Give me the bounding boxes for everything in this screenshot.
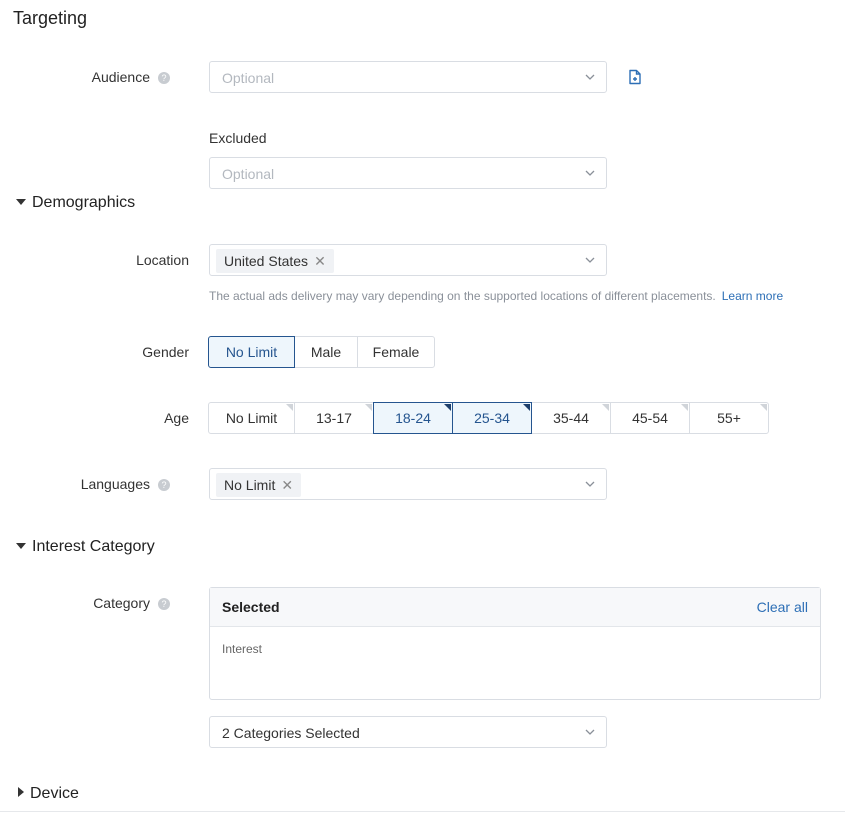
languages-label: Languages? [0, 476, 170, 492]
location-hint: The actual ads delivery may vary dependi… [209, 289, 784, 303]
age-option-55-plus[interactable]: 55+ [689, 402, 769, 434]
close-icon[interactable]: ✕ [281, 477, 293, 493]
chevron-down-icon [585, 170, 595, 176]
gender-option-female[interactable]: Female [357, 336, 435, 368]
panel-header: Selected Clear all [210, 588, 820, 627]
help-icon[interactable]: ? [158, 598, 170, 610]
help-icon[interactable]: ? [158, 479, 170, 491]
age-option-no-limit[interactable]: No Limit [208, 402, 295, 434]
add-file-icon[interactable] [627, 69, 643, 85]
excluded-label: Excluded [209, 130, 267, 146]
learn-more-link[interactable]: Learn more [722, 289, 783, 303]
caret-down-icon [16, 199, 26, 205]
section-demographics[interactable]: Demographics [16, 194, 135, 212]
age-option-35-44[interactable]: 35-44 [531, 402, 611, 434]
age-option-18-24[interactable]: 18-24 [373, 402, 453, 434]
gender-segmented: No Limit Male Female [208, 336, 435, 368]
section-device[interactable]: Device [18, 785, 79, 803]
location-select[interactable]: United States ✕ [209, 244, 607, 276]
chevron-down-icon [585, 481, 595, 487]
age-option-45-54[interactable]: 45-54 [610, 402, 690, 434]
category-select[interactable]: 2 Categories Selected [209, 716, 607, 748]
chevron-down-icon [585, 729, 595, 735]
excluded-select[interactable]: Optional [209, 157, 607, 189]
location-tag: United States ✕ [216, 249, 334, 273]
selected-item-interest: Interest [222, 642, 263, 656]
location-label: Location [136, 252, 189, 268]
gender-option-no-limit[interactable]: No Limit [208, 336, 295, 368]
panel-title: Selected [222, 599, 280, 615]
chevron-down-icon [585, 257, 595, 263]
audience-label: Audience? [0, 69, 170, 85]
age-option-25-34[interactable]: 25-34 [452, 402, 532, 434]
chevron-down-icon [585, 74, 595, 80]
page-title: Targeting [13, 8, 88, 28]
languages-tag: No Limit ✕ [216, 473, 302, 497]
category-select-value: 2 Categories Selected [222, 725, 360, 741]
clear-all-button[interactable]: Clear all [757, 599, 808, 615]
caret-right-icon [18, 787, 24, 797]
divider [0, 811, 845, 812]
audience-select[interactable]: Optional [209, 61, 607, 93]
languages-select[interactable]: No Limit ✕ [209, 468, 607, 500]
category-label: Category? [0, 595, 170, 611]
caret-down-icon [16, 543, 26, 549]
close-icon[interactable]: ✕ [314, 253, 326, 269]
category-selected-panel: Selected Clear all Interest [209, 587, 821, 700]
age-label: Age [164, 410, 189, 426]
section-interest-category[interactable]: Interest Category [16, 538, 155, 556]
help-icon[interactable]: ? [158, 72, 170, 84]
audience-placeholder: Optional [222, 70, 275, 86]
gender-label: Gender [142, 344, 189, 360]
age-option-13-17[interactable]: 13-17 [294, 402, 374, 434]
excluded-placeholder: Optional [222, 166, 275, 182]
gender-option-male[interactable]: Male [294, 336, 358, 368]
age-segmented: No Limit 13-17 18-24 25-34 35-44 45-54 5… [208, 402, 769, 434]
